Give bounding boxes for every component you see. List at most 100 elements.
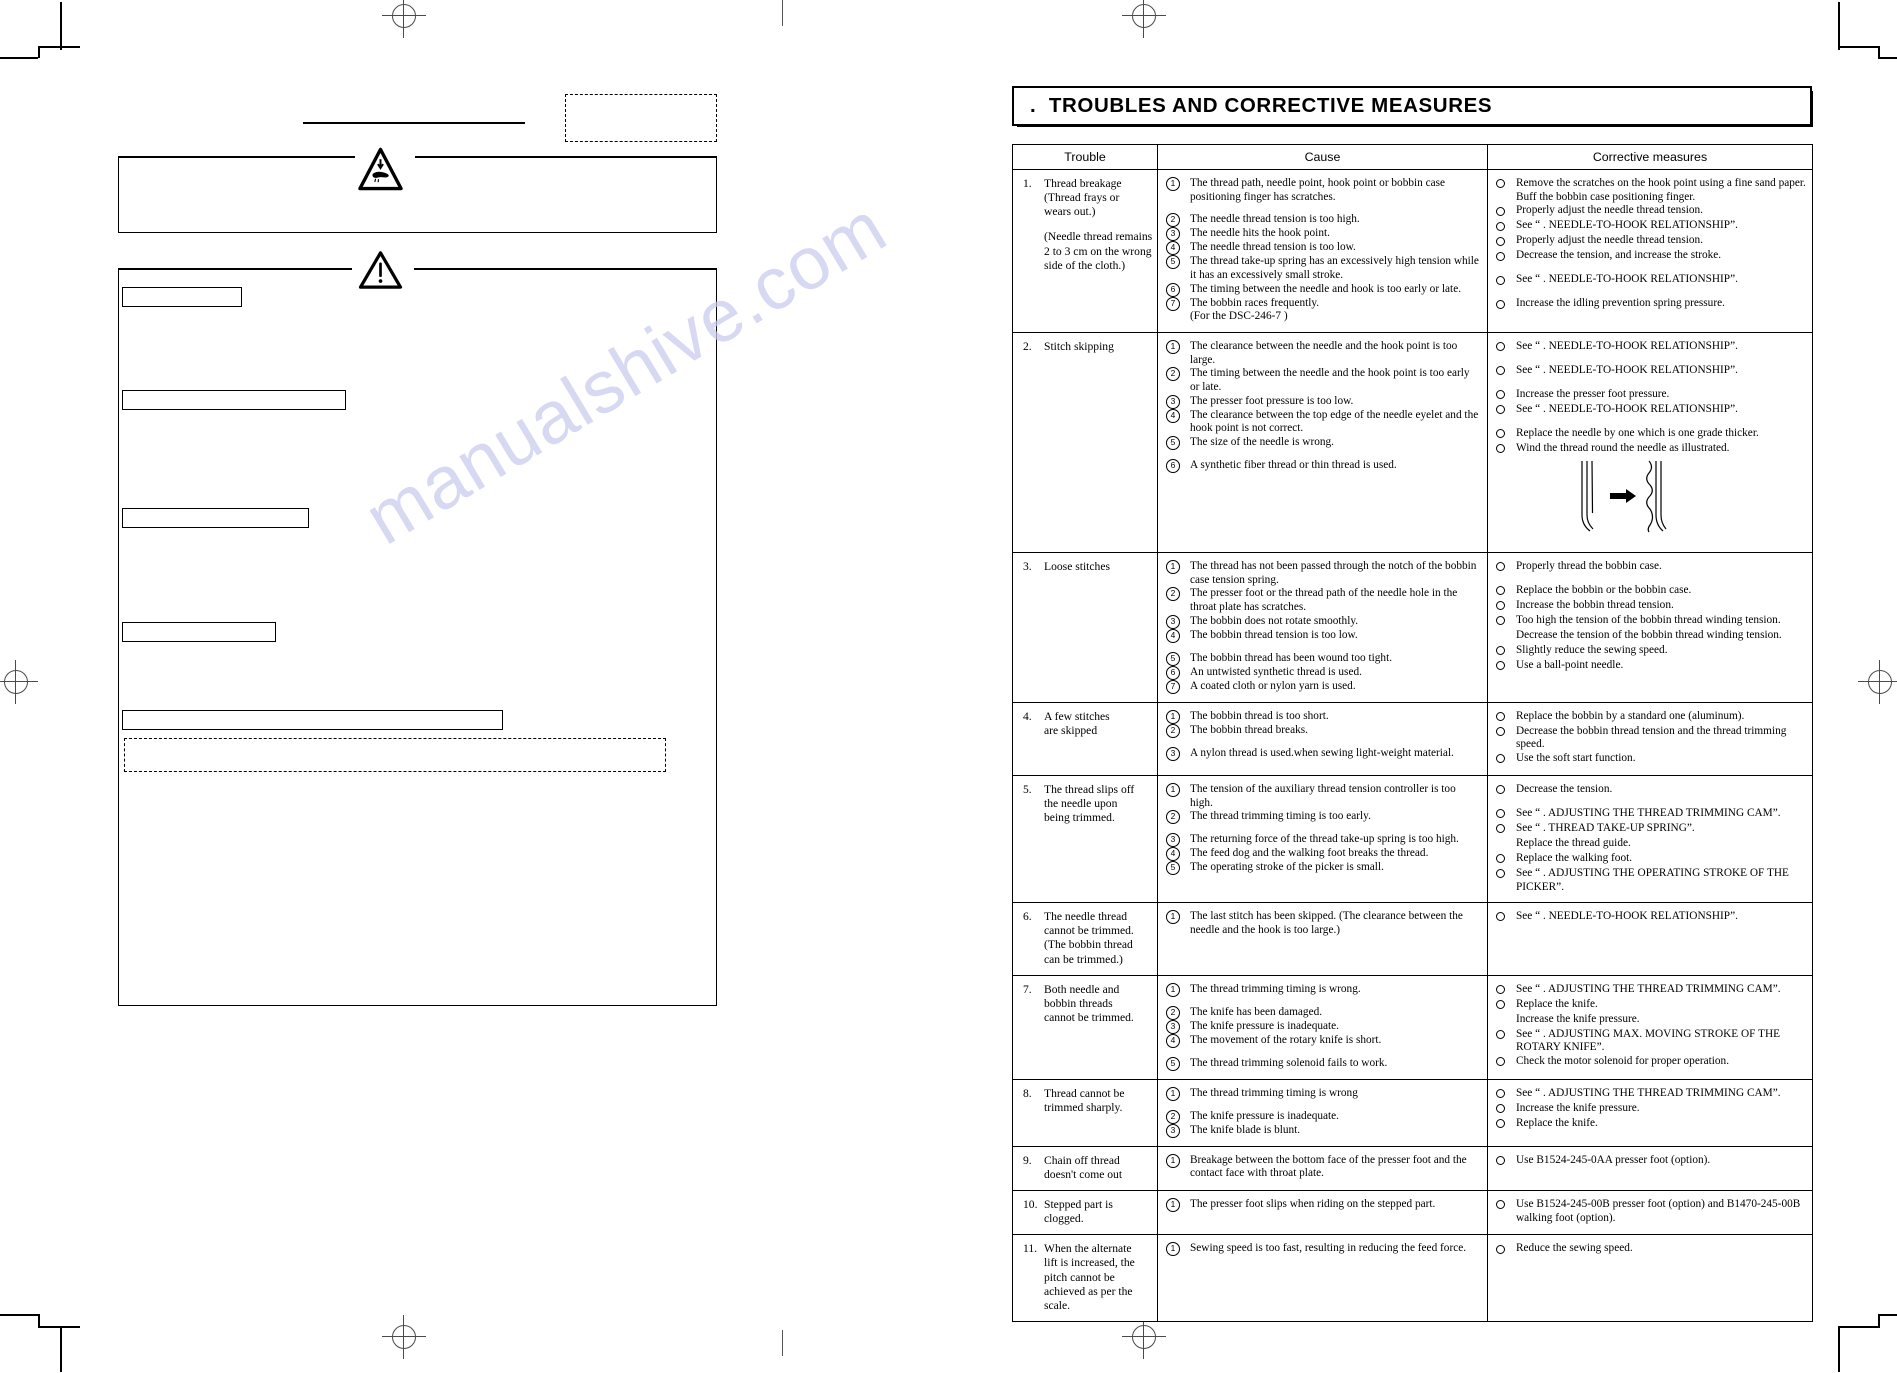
- measure-bullet-icon: [1496, 204, 1516, 219]
- trouble-cell: 3. Loose stitches: [1012, 551, 1158, 703]
- cause-text: The thread trimming solenoid fails to wo…: [1190, 1056, 1388, 1069]
- cause-number-icon: 1: [1166, 1153, 1190, 1181]
- cause-cell: 1 The last stitch has been skipped. (The …: [1157, 902, 1488, 976]
- cause-number-icon: 2: [1166, 587, 1190, 614]
- measure-text: See “ . NEEDLE-TO-HOOK RELATIONSHIP”.: [1516, 910, 1738, 923]
- measure-bullet-icon: [1496, 177, 1516, 204]
- measure-text: Wind the thread round the needle as illu…: [1516, 441, 1730, 454]
- measure-text: Decrease the tension of the bobbin threa…: [1516, 628, 1782, 641]
- cause-line: 2 The needle thread tension is too high.: [1166, 213, 1481, 228]
- cause-text: The bobbin thread breaks.: [1190, 723, 1308, 736]
- measure-line: See “ . ADJUSTING MAX. MOVING STROKE OF …: [1496, 1028, 1806, 1055]
- measure-text: See “ . NEEDLE-TO-HOOK RELATIONSHIP”.: [1516, 219, 1738, 232]
- measure-text: Use B1524-245-0AA presser foot (option).: [1516, 1153, 1711, 1166]
- measure-line: See “ . ADJUSTING THE OPERATING STROKE O…: [1496, 867, 1806, 894]
- left-page: [0, 0, 860, 1373]
- measure-line: Replace the thread guide.: [1496, 837, 1806, 852]
- cause-line: 1 Sewing speed is too fast, resulting in …: [1166, 1242, 1481, 1257]
- cause-text: The thread trimming timing is too early.: [1190, 810, 1371, 823]
- measure-bullet-icon: [1496, 983, 1516, 998]
- corrective-measures-cell: Use B1524-245-0AA presser foot (option).: [1487, 1145, 1813, 1192]
- cause-text: The bobbin thread tension is too low.: [1190, 628, 1358, 641]
- measure-line: Remove the scratches on the hook point u…: [1496, 177, 1806, 204]
- cause-line: 5 The bobbin thread has been wound too ti…: [1166, 651, 1481, 666]
- cause-number-icon: 3: [1166, 614, 1190, 629]
- cause-number-icon: 1: [1166, 1198, 1190, 1213]
- cause-number-icon: 2: [1166, 1005, 1190, 1020]
- trouble-cell: 8. Thread cannot be trimmed sharply.: [1012, 1078, 1158, 1147]
- cause-line: 3 The knife blade is blunt.: [1166, 1123, 1481, 1138]
- measure-bullet-icon: [1496, 614, 1516, 629]
- measure-text: See “ . ADJUSTING THE THREAD TRIMMING CA…: [1516, 806, 1781, 819]
- cause-line: 1 The last stitch has been skipped. (The …: [1166, 910, 1481, 937]
- cause-text: The movement of the rotary knife is shor…: [1190, 1033, 1382, 1046]
- cause-number-icon: 3: [1166, 833, 1190, 848]
- trouble-cell: 7. Both needle and bobbin threads cannot be…: [1012, 974, 1158, 1080]
- cause-line: 5 The thread trimming solenoid fails to w…: [1166, 1056, 1481, 1071]
- cause-line: 1 The thread trimming timing is wrong.: [1166, 982, 1481, 997]
- cause-line: 3 The presser foot pressure is too low.: [1166, 394, 1481, 409]
- measure-line: Decrease the bobbin thread tension and t…: [1496, 725, 1806, 752]
- cause-line: 6 An untwisted synthetic thread is used.: [1166, 665, 1481, 680]
- corrective-measures-cell: Use B1524-245-00B presser foot (option) …: [1487, 1190, 1813, 1236]
- trouble-number: 6.: [1023, 910, 1032, 924]
- cause-number-icon: 5: [1166, 435, 1190, 450]
- cause-line: 4 The needle thread tension is too low.: [1166, 241, 1481, 256]
- measure-text: See “ . ADJUSTING THE OPERATING STROKE O…: [1516, 866, 1789, 893]
- cause-text: The timing between the needle and the ho…: [1190, 367, 1470, 393]
- cause-line: 2 The thread trimming timing is too early…: [1166, 810, 1481, 825]
- measure-bullet-icon: [1496, 297, 1516, 312]
- cause-text: The needle hits the hook point.: [1190, 227, 1330, 240]
- measure-line: Replace the walking foot.: [1496, 852, 1806, 867]
- measure-bullet-icon: [1496, 822, 1516, 837]
- cause-cell: 1 The tension of the auxiliary thread ten…: [1157, 774, 1488, 904]
- cause-line: 2 The timing between the needle and the h…: [1166, 367, 1481, 394]
- cause-cell: 1 The thread trimming timing is wrong. 2 Th…: [1157, 974, 1488, 1080]
- cause-line: 5 The operating stroke of the picker is s…: [1166, 861, 1481, 876]
- measure-bullet-icon: [1496, 852, 1516, 867]
- measure-line: Increase the knife pressure.: [1496, 1013, 1806, 1028]
- measure-bullet-icon: [1496, 752, 1516, 767]
- corrective-measures-cell: Remove the scratches on the hook point u…: [1487, 169, 1813, 333]
- cause-cell: 1 The clearance between the needle and th…: [1157, 331, 1488, 553]
- cause-text: The thread trimming timing is wrong: [1190, 1086, 1358, 1099]
- measure-text: Replace the knife.: [1516, 1116, 1598, 1129]
- cause-number-icon: 1: [1166, 177, 1190, 204]
- trouble-cell: 1. Thread breakage (Thread frays or wears o…: [1012, 169, 1158, 333]
- table-row: 11. When the alternate lift is increased, …: [1012, 1234, 1813, 1323]
- cause-number-icon: 5: [1166, 651, 1190, 666]
- left-caption-box-2: [122, 390, 346, 410]
- left-caption-box-3: [122, 508, 309, 528]
- measure-text: Replace the needle by one which is one g…: [1516, 426, 1759, 439]
- measure-text: Too high the tension of the bobbin threa…: [1516, 613, 1781, 626]
- cause-number-icon: 6: [1166, 458, 1190, 473]
- cause-text: The tension of the auxiliary thread tens…: [1190, 782, 1456, 809]
- cause-line: 4 The feed dog and the walking foot break…: [1166, 847, 1481, 862]
- needle-thread-winding-illustration: [1496, 457, 1806, 544]
- measure-line: See “ . THREAD TAKE-UP SPRING”.: [1496, 822, 1806, 837]
- measure-line: See “ . ADJUSTING THE THREAD TRIMMING CA…: [1496, 1087, 1806, 1102]
- cause-text: The needle thread tension is too low.: [1190, 241, 1356, 254]
- cause-number-icon: 3: [1166, 746, 1190, 761]
- measure-bullet-icon: [1496, 998, 1516, 1013]
- cause-text: The presser foot pressure is too low.: [1190, 394, 1354, 407]
- cause-text: The bobbin races frequently. (For the DSC…: [1190, 296, 1320, 323]
- measure-bullet-icon: [1496, 249, 1516, 264]
- cause-number-icon: 7: [1166, 679, 1190, 694]
- registration-mark-right-middle: [1858, 660, 1897, 704]
- cause-text: The presser foot slips when riding on th…: [1190, 1198, 1436, 1211]
- measure-text: Properly adjust the needle thread tensio…: [1516, 204, 1703, 217]
- cause-line: 6A synthetic fiber thread or thin thread…: [1166, 458, 1481, 473]
- cause-text: The knife blade is blunt.: [1190, 1123, 1301, 1136]
- measure-bullet-icon: [1496, 1117, 1516, 1132]
- section-title-bar: . TROUBLES AND CORRECTIVE MEASURES: [1012, 86, 1813, 127]
- trouble-text: Thread breakage (Thread frays or wears out…: [1044, 177, 1153, 272]
- cause-number-icon: 6: [1166, 665, 1190, 680]
- cause-line: 3 The needle hits the hook point.: [1166, 227, 1481, 242]
- cause-line: 2 The knife pressure is inadequate.: [1166, 1109, 1481, 1124]
- measure-line: See “ . NEEDLE-TO-HOOK RELATIONSHIP”.: [1496, 364, 1806, 379]
- measure-bullet-icon: [1496, 807, 1516, 822]
- measure-bullet-icon: [1496, 644, 1516, 659]
- measure-line: Replace the bobbin or the bobbin case.: [1496, 584, 1806, 599]
- left-caption-box-4: [122, 622, 276, 642]
